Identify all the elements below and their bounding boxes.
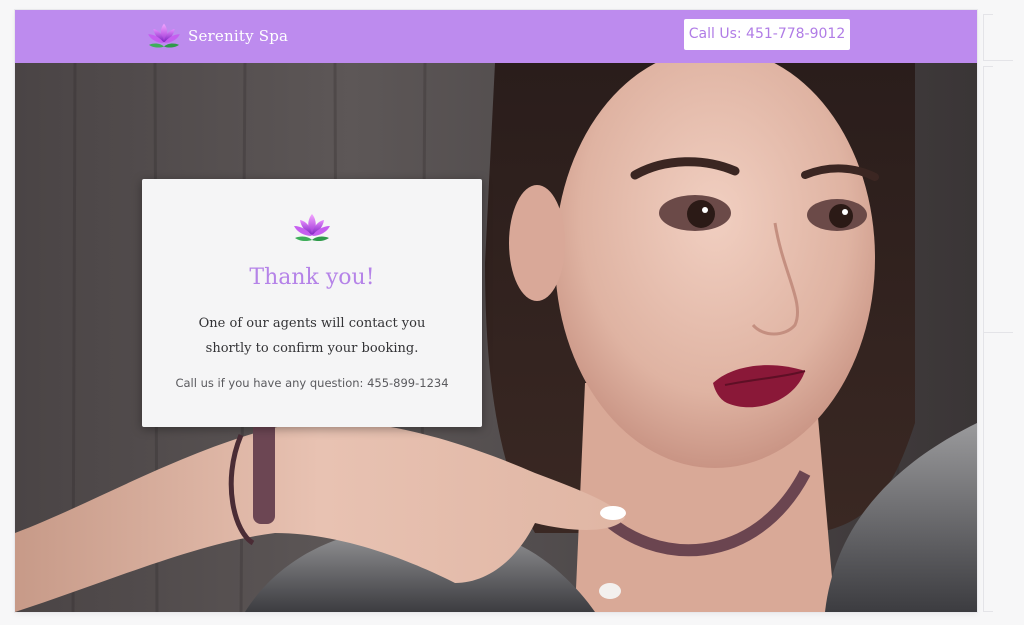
thank-you-title: Thank you! <box>249 265 375 290</box>
viewport-edge-tick <box>983 14 993 15</box>
call-us-button[interactable]: Call Us: 451-778-9012 <box>684 19 850 50</box>
thank-you-card: Thank you! One of our agents will contac… <box>142 179 482 427</box>
hero-section: Thank you! One of our agents will contac… <box>15 63 977 612</box>
viewport-edge-tick <box>983 60 1013 61</box>
lotus-icon <box>294 214 330 242</box>
landing-page: Serenity Spa Call Us: 451-778-9012 Thank… <box>15 10 977 612</box>
viewport-edge-rule <box>983 66 984 612</box>
viewport-edge-tick <box>983 66 993 67</box>
viewport-edge-tick <box>983 332 1013 333</box>
brand-name: Serenity Spa <box>188 27 289 45</box>
contact-phone-line: Call us if you have any question: 455-89… <box>175 376 449 390</box>
brand[interactable]: Serenity Spa <box>146 20 288 52</box>
confirmation-message: One of our agents will contact you short… <box>198 316 426 356</box>
lotus-icon <box>148 23 180 48</box>
top-navbar: Serenity Spa Call Us: 451-778-9012 <box>15 10 977 63</box>
viewport-edge-rule <box>983 14 984 60</box>
viewport-edge-tick <box>983 611 993 612</box>
